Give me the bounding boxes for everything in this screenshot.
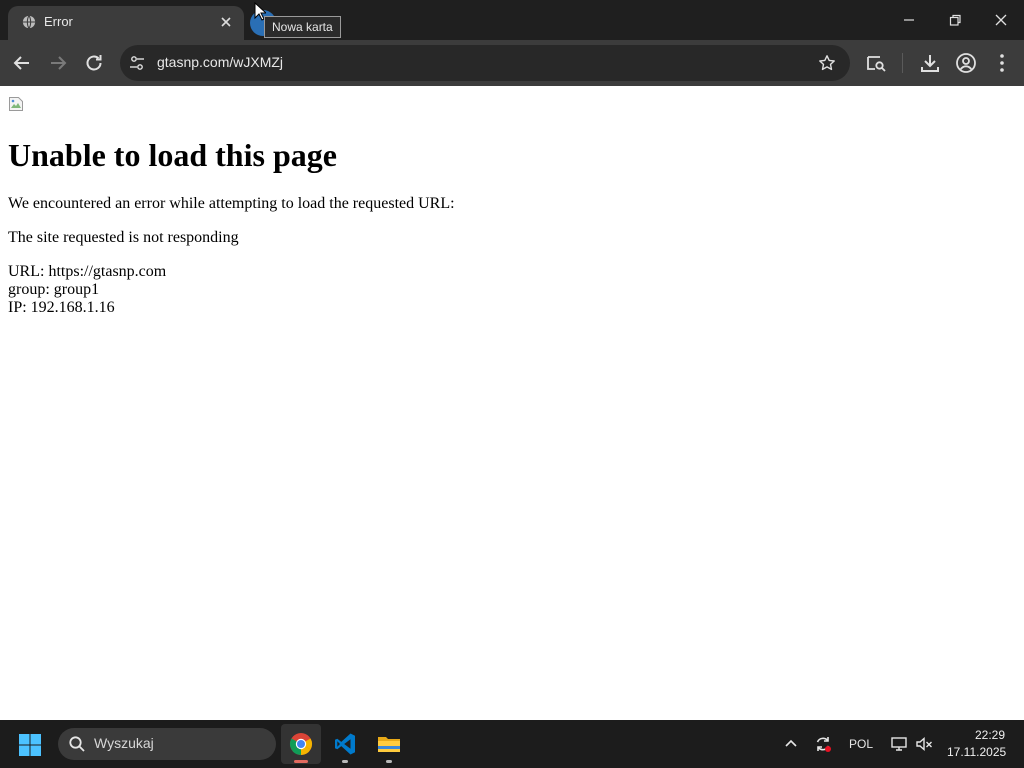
chevron-up-icon[interactable]: [782, 735, 800, 753]
close-window-button[interactable]: [978, 0, 1024, 40]
broken-image-icon: [9, 97, 23, 111]
running-app-indicator: [342, 760, 348, 763]
profile-icon[interactable]: [954, 51, 978, 75]
language-indicator[interactable]: POL: [849, 737, 873, 751]
kebab-menu-icon[interactable]: [990, 51, 1014, 75]
tab-search-icon[interactable]: [864, 51, 888, 75]
arrow-left-icon[interactable]: [10, 51, 34, 75]
minimize-icon: [904, 19, 914, 21]
reload-icon[interactable]: [82, 51, 106, 75]
clock-date[interactable]: 17.11.2025: [947, 745, 1006, 759]
new-tab-tooltip: Nowa karta: [264, 16, 341, 38]
taskbar-search[interactable]: Wyszukaj: [58, 728, 276, 760]
star-icon[interactable]: [818, 54, 836, 72]
restore-icon: [949, 14, 961, 26]
folder-icon: [378, 737, 400, 752]
tab-bar: Error Nowa karta: [0, 0, 1024, 40]
error-heading: Unable to load this page: [8, 137, 337, 173]
detail-group: group: group1: [8, 281, 100, 298]
search-icon: [69, 736, 85, 752]
volume-muted-icon[interactable]: [915, 735, 933, 753]
taskbar-app-vscode[interactable]: [325, 724, 365, 764]
taskbar-app-chrome[interactable]: [281, 724, 321, 764]
vscode-icon: [335, 733, 355, 755]
chrome-icon: [290, 733, 312, 755]
minimize-button[interactable]: [886, 0, 932, 40]
taskbar-app-file-explorer[interactable]: [369, 724, 409, 764]
sync-icon[interactable]: [814, 735, 832, 753]
close-icon: [995, 14, 1007, 26]
toolbar-divider: [902, 53, 903, 73]
error-message: We encountered an error while attempting…: [8, 195, 455, 212]
download-icon[interactable]: [918, 51, 942, 75]
windows-start-icon[interactable]: [18, 733, 42, 757]
address-bar-url: gtasnp.com/wJXMZj: [157, 54, 284, 70]
address-bar[interactable]: gtasnp.com/wJXMZj: [120, 45, 850, 81]
network-icon[interactable]: [890, 735, 908, 753]
page-content: Unable to load this page We encountered …: [0, 86, 1024, 720]
browser-toolbar: gtasnp.com/wJXMZj: [0, 40, 1024, 86]
running-app-indicator: [386, 760, 392, 763]
browser-tab-error[interactable]: Error: [8, 6, 244, 40]
active-app-indicator: [294, 760, 308, 763]
tune-icon[interactable]: [128, 54, 146, 72]
globe-icon: [22, 15, 36, 29]
arrow-right-icon[interactable]: [46, 51, 70, 75]
detail-url: URL: https://gtasnp.com: [8, 263, 167, 280]
error-reason: The site requested is not responding: [8, 229, 239, 246]
search-placeholder: Wyszukaj: [94, 735, 154, 751]
restore-button[interactable]: [932, 0, 978, 40]
detail-ip: IP: 192.168.1.16: [8, 299, 115, 316]
close-tab-icon[interactable]: [216, 12, 236, 32]
taskbar: Wyszukaj POL 22:29 17.11.2025: [0, 720, 1024, 768]
tab-title: Error: [44, 14, 73, 29]
clock-time[interactable]: 22:29: [975, 728, 1005, 742]
